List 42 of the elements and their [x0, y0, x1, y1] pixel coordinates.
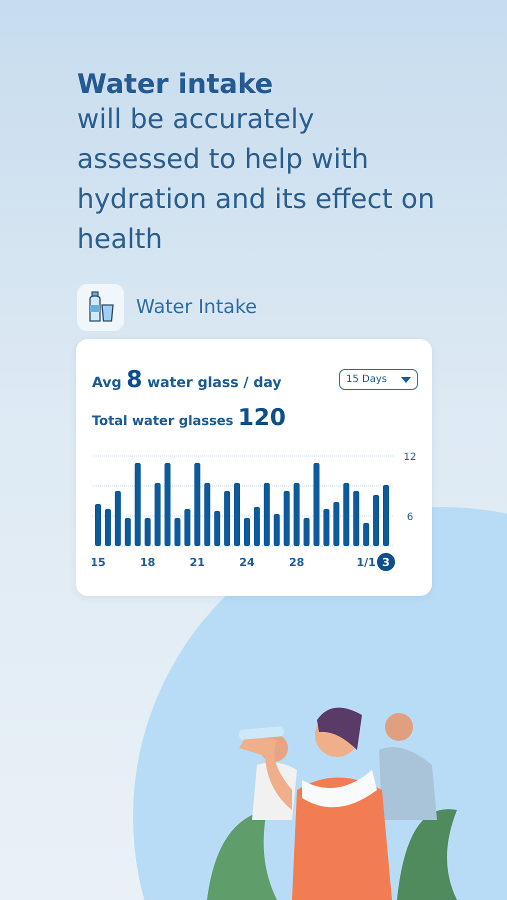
bar [323, 508, 330, 546]
bar [124, 518, 131, 546]
bar [184, 508, 190, 546]
range-dropdown[interactable]: 15 Days [339, 369, 418, 390]
bar [95, 504, 101, 546]
bar [244, 518, 250, 546]
bar [154, 482, 161, 546]
selected-day[interactable]: 3 [377, 552, 395, 571]
bar [383, 484, 389, 546]
axis-label: 21 [190, 556, 205, 569]
bar [304, 518, 310, 546]
total-text: Total water glasses 120 [92, 404, 287, 434]
description: will be accurately assessed to help with hydration and its effect on health [77, 102, 436, 257]
axis-label: 18 [140, 556, 156, 569]
headline: Water intake [77, 70, 274, 100]
bar [333, 502, 340, 546]
bar [294, 482, 300, 546]
bar [144, 518, 151, 546]
bar [214, 510, 220, 546]
bar [264, 482, 270, 546]
bar [343, 482, 350, 546]
bar [274, 514, 280, 546]
bar [234, 482, 240, 546]
axis-label: 1/1 [356, 556, 376, 569]
bar [254, 506, 260, 546]
bar [174, 518, 180, 546]
axis-label: 24 [239, 556, 255, 569]
bar [284, 490, 290, 546]
bar [224, 490, 230, 546]
axis-label: 12 [404, 452, 416, 463]
feature-label: Water Intake [136, 294, 257, 320]
water-bottle-icon [77, 284, 124, 331]
axis-label: 28 [288, 556, 304, 569]
bar [104, 508, 111, 546]
caret-icon [401, 376, 411, 383]
bar [373, 494, 380, 546]
axis-label: 6 [406, 512, 414, 523]
bar [114, 490, 121, 546]
average-text: Avg 8 water glass / day [92, 366, 282, 395]
bar [363, 522, 370, 546]
bar [204, 482, 210, 546]
bar [353, 490, 360, 546]
